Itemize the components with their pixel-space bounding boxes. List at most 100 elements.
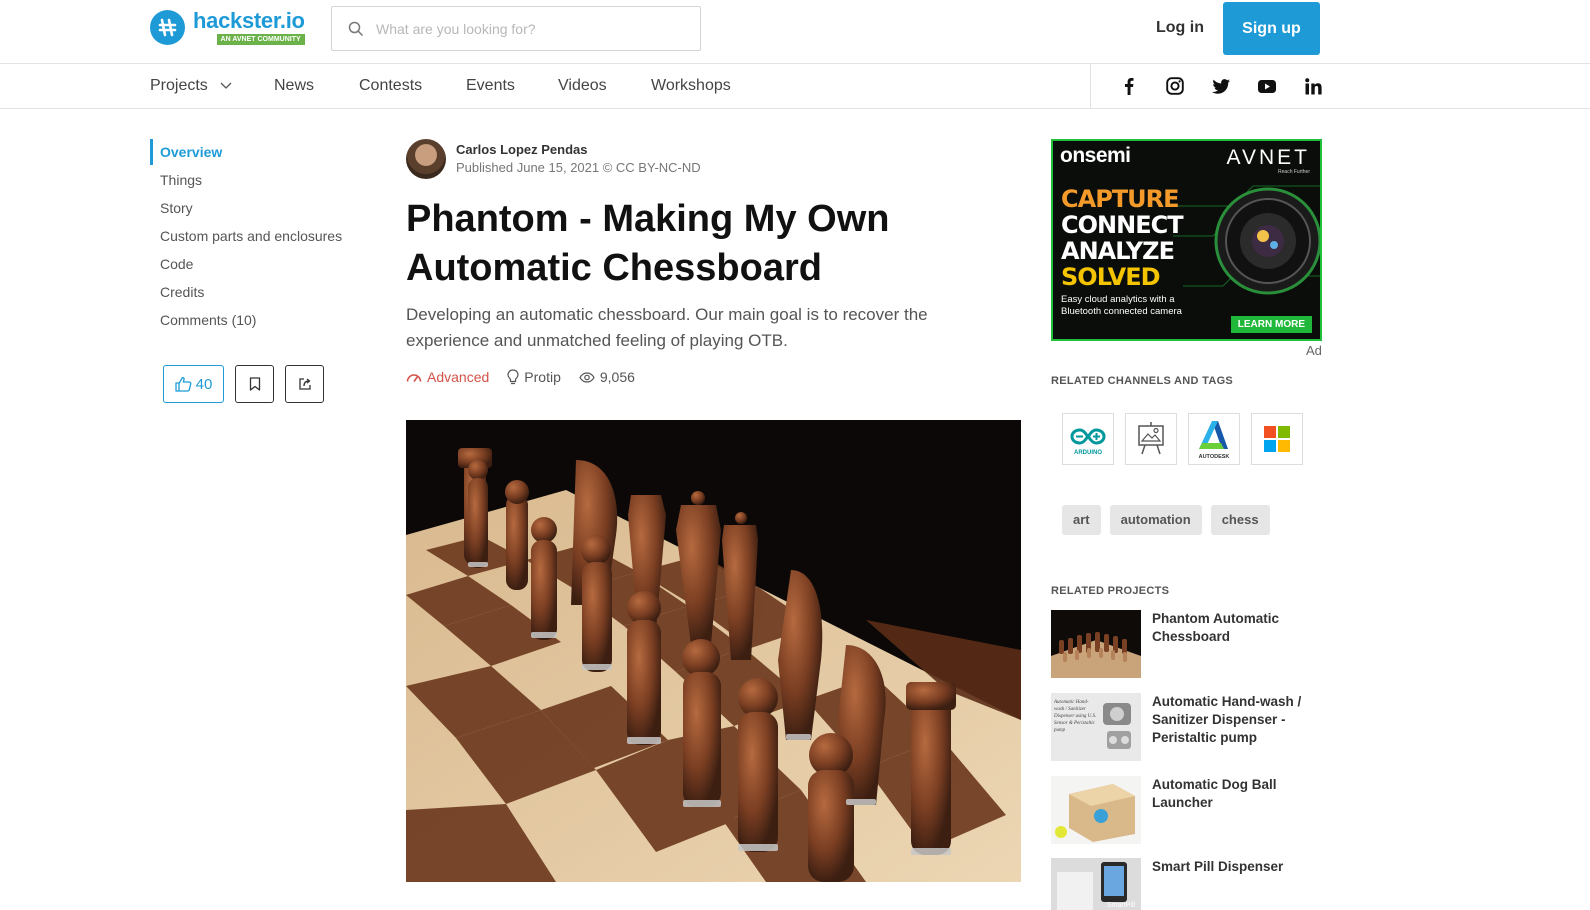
- project-actions: 40: [163, 365, 335, 403]
- arduino-label: ARDUINO: [1074, 450, 1102, 456]
- autodesk-label: AUTODESK: [1199, 454, 1230, 460]
- youtube-icon[interactable]: [1257, 76, 1277, 96]
- ad-learn-more-button[interactable]: LEARN MORE: [1230, 316, 1312, 333]
- main-nav: Projects News Contests Events Videos Wor…: [0, 64, 1590, 109]
- related-projects-heading: RELATED PROJECTS: [1051, 585, 1170, 597]
- smartpill-thumb-text: SmartPill: [1107, 902, 1135, 909]
- page-title: Phantom - Making My Own Automatic Chessb…: [406, 198, 890, 289]
- ad-label: Ad: [1306, 343, 1322, 358]
- toc-comments[interactable]: Comments (10): [150, 306, 342, 334]
- arduino-icon: ARDUINO: [1070, 428, 1106, 456]
- microsoft-icon: [1264, 426, 1290, 452]
- related-channels: ARDUINO AUTODESK: [1062, 413, 1314, 465]
- nav-projects-label: Projects: [150, 77, 208, 94]
- related-project-title[interactable]: Phantom Automatic Chessboard: [1152, 610, 1322, 646]
- ad-headline-3: ANALYZE: [1061, 237, 1175, 265]
- author-block: Carlos Lopez Pendas Published June 15, 2…: [406, 139, 701, 179]
- project-summary: Developing an automatic chessboard. Our …: [406, 305, 928, 350]
- channel-microsoft[interactable]: [1251, 413, 1303, 465]
- search-input[interactable]: [376, 20, 676, 37]
- channel-autodesk[interactable]: AUTODESK: [1188, 413, 1240, 465]
- channel-arduino[interactable]: ARDUINO: [1062, 413, 1114, 465]
- toc-story[interactable]: Story: [150, 194, 342, 222]
- linkedin-icon[interactable]: [1303, 76, 1323, 96]
- nav-projects[interactable]: Projects: [150, 77, 232, 95]
- difficulty-badge: Advanced: [406, 369, 489, 385]
- related-project-item[interactable]: Automatic Hand-wash / Sanitizer Dispense…: [1051, 693, 1331, 761]
- bookmark-button[interactable]: [235, 365, 274, 403]
- respect-count: 40: [195, 375, 213, 393]
- toc-things[interactable]: Things: [150, 166, 342, 194]
- nav-events[interactable]: Events: [466, 77, 515, 95]
- ad-copy: Easy cloud analytics with a Bluetooth co…: [1061, 294, 1182, 317]
- art-easel-icon: [1138, 422, 1164, 455]
- ad-headline-1: CAPTURE: [1061, 185, 1180, 213]
- search-icon: [348, 21, 364, 36]
- views-badge: 9,056: [579, 369, 635, 385]
- login-link[interactable]: Log in: [1156, 19, 1204, 37]
- search-box[interactable]: [331, 6, 701, 51]
- difficulty-label: Advanced: [427, 369, 490, 385]
- related-project-title[interactable]: Automatic Dog Ball Launcher: [1152, 776, 1322, 812]
- hero-image-chessboard: [406, 420, 1021, 882]
- ad-headline-2: CONNECT: [1061, 211, 1184, 239]
- related-project-thumbnail: [1051, 610, 1141, 678]
- related-project-thumbnail: Automatic Hand-wash / Sanitizer Dispense…: [1051, 693, 1141, 761]
- respect-button[interactable]: 40: [163, 365, 224, 403]
- tag-art[interactable]: art: [1062, 505, 1101, 535]
- tag-automation[interactable]: automation: [1109, 505, 1202, 535]
- ad-headline-4: SOLVED: [1061, 263, 1161, 291]
- signup-button[interactable]: Sign up: [1223, 2, 1320, 55]
- logo-name: hackster.io: [193, 8, 305, 33]
- tag-chess[interactable]: chess: [1210, 505, 1270, 535]
- nav-workshops[interactable]: Workshops: [651, 77, 731, 95]
- toc-custom-parts[interactable]: Custom parts and enclosures: [150, 222, 342, 250]
- related-project-title[interactable]: Smart Pill Dispenser: [1152, 858, 1322, 876]
- toc-credits[interactable]: Credits: [150, 278, 342, 306]
- related-project-thumbnail: [1051, 776, 1141, 844]
- related-project-item[interactable]: Automatic Dog Ball Launcher: [1051, 776, 1331, 844]
- project-meta: Advanced Protip 9,056: [406, 369, 653, 385]
- lightbulb-icon: [507, 369, 519, 385]
- top-header: hackster.io AN AVNET COMMUNITY Log in Si…: [0, 0, 1590, 64]
- toc-overview[interactable]: Overview: [150, 138, 342, 166]
- eye-icon: [579, 371, 595, 383]
- views-count: 9,056: [599, 369, 635, 385]
- ad-headline: CAPTURE CONNECT ANALYZE SOLVED: [1061, 185, 1184, 291]
- author-name[interactable]: Carlos Lopez Pendas: [456, 141, 701, 159]
- channel-art[interactable]: [1125, 413, 1177, 465]
- handwash-thumb-text: Automatic Hand-wash / Sanitizer Dispense…: [1054, 700, 1097, 733]
- related-project-thumbnail: SmartPill: [1051, 858, 1141, 910]
- share-icon: [298, 378, 311, 390]
- nav-news[interactable]: News: [274, 77, 314, 95]
- tag-list: art automation chess: [1062, 505, 1279, 535]
- hackster-logo-icon: [150, 9, 185, 45]
- related-channels-heading: RELATED CHANNELS AND TAGS: [1051, 375, 1234, 387]
- related-project-title[interactable]: Automatic Hand-wash / Sanitizer Dispense…: [1152, 693, 1322, 747]
- type-badge: Protip: [507, 369, 561, 385]
- facebook-icon[interactable]: [1119, 76, 1139, 96]
- nav-contests[interactable]: Contests: [359, 77, 422, 95]
- type-label: Protip: [524, 369, 561, 385]
- instagram-icon[interactable]: [1165, 76, 1185, 96]
- related-project-item[interactable]: SmartPill Smart Pill Dispenser: [1051, 858, 1331, 910]
- publish-info: Published June 15, 2021 © CC BY-NC-ND: [456, 160, 701, 175]
- thumbs-up-icon: [175, 376, 192, 392]
- chevron-down-icon: [220, 82, 232, 89]
- author-avatar[interactable]: [406, 139, 446, 179]
- hackster-logo[interactable]: hackster.io AN AVNET COMMUNITY: [150, 9, 305, 45]
- logo-badge: AN AVNET COMMUNITY: [216, 34, 305, 45]
- camera-lens-icon: [1173, 185, 1320, 295]
- difficulty-gauge-icon: [406, 373, 422, 382]
- related-project-item[interactable]: Phantom Automatic Chessboard: [1051, 610, 1331, 678]
- nav-videos[interactable]: Videos: [558, 77, 607, 95]
- share-button[interactable]: [285, 365, 324, 403]
- nav-divider: [1090, 64, 1091, 108]
- bookmark-icon: [249, 377, 260, 391]
- twitter-icon[interactable]: [1211, 76, 1231, 96]
- autodesk-icon: AUTODESK: [1199, 421, 1230, 460]
- ad-brand-onsemi: onsemi: [1060, 144, 1131, 167]
- table-of-contents: Overview Things Story Custom parts and e…: [150, 138, 342, 334]
- advertisement-banner[interactable]: onsemi AVNET Reach Further CAPTURE CONNE…: [1051, 139, 1322, 341]
- toc-code[interactable]: Code: [150, 250, 342, 278]
